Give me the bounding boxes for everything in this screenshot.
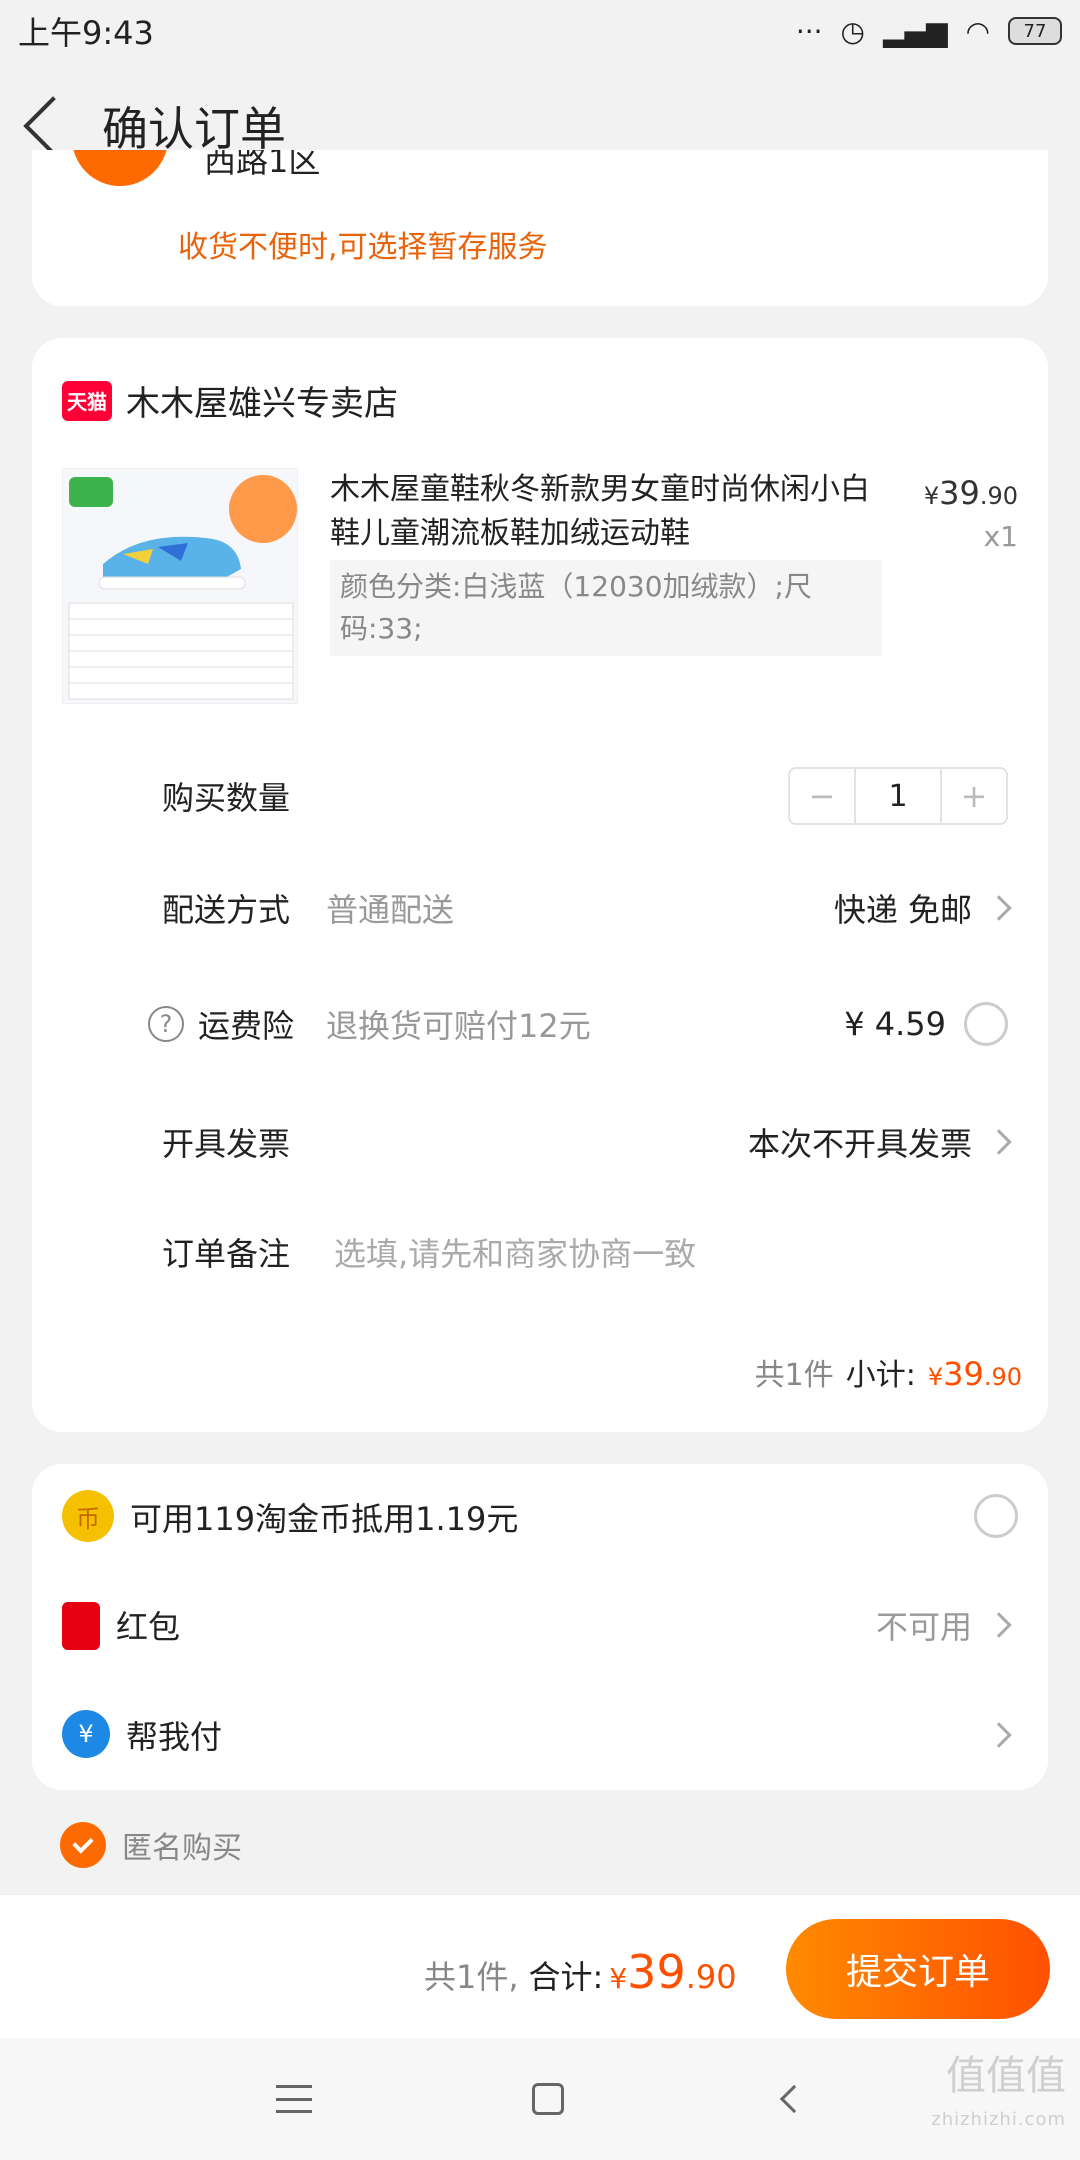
increment-button[interactable]: +	[942, 769, 1006, 823]
red-packet-icon	[62, 1602, 100, 1650]
location-icon	[72, 150, 168, 186]
decrement-button[interactable]: −	[790, 769, 854, 823]
chevron-right-icon[interactable]	[986, 1722, 1012, 1748]
address-line: 西路1区	[204, 150, 321, 180]
insurance-label: 运费险	[198, 1007, 295, 1045]
pay-for-me-text: 帮我付	[126, 1718, 223, 1756]
red-packet-text: 红包	[116, 1608, 181, 1646]
anonymous-purchase[interactable]: 匿名购买	[60, 1822, 242, 1868]
product-price: ¥39.90	[923, 474, 1018, 512]
address-note[interactable]: 收货不便时,可选择暂存服务	[178, 222, 548, 266]
delivery-option[interactable]: 快递 免邮	[834, 885, 1012, 931]
pay-for-me-icon: ¥	[62, 1710, 110, 1758]
home-icon[interactable]	[532, 2083, 564, 2115]
check-icon[interactable]	[60, 1822, 106, 1868]
back-icon[interactable]	[779, 2084, 809, 2114]
alarm-icon: ◷	[840, 14, 865, 48]
coin-icon: 币	[62, 1490, 114, 1542]
total-amount: 39	[627, 1945, 686, 1999]
remark-input[interactable]: 选填,请先和商家协商一致	[334, 1229, 696, 1275]
product-title[interactable]: 木木屋童鞋秋冬新款男女童时尚休闲小白鞋儿童潮流板鞋加绒运动鞋	[330, 468, 890, 556]
subtotal-line: 共1件 小计: ¥39.90	[755, 1350, 1022, 1394]
anonymous-label: 匿名购买	[122, 1831, 242, 1866]
insurance-radio[interactable]	[964, 1002, 1008, 1046]
quantity-value[interactable]: 1	[854, 769, 942, 823]
status-bar: 上午9:43 ··· ◷ ▂▄▆ ◠ 77	[0, 0, 1080, 62]
total-count: 共1件,	[424, 1958, 519, 1996]
chevron-right-icon	[986, 1612, 1012, 1638]
status-icons: ··· ◷ ▂▄▆ ◠ 77	[796, 15, 1062, 48]
submit-order-button[interactable]: 提交订单	[786, 1919, 1050, 2019]
shop-header[interactable]: 天猫 木木屋雄兴专卖店	[62, 376, 398, 425]
battery-icon: 77	[1008, 17, 1062, 45]
invoice-row[interactable]: 开具发票 本次不开具发票	[32, 1102, 1048, 1182]
invoice-option[interactable]: 本次不开具发票	[748, 1119, 1012, 1165]
red-packet-option[interactable]: 不可用	[876, 1602, 1012, 1648]
shop-name: 木木屋雄兴专卖店	[126, 384, 398, 424]
total-label: 合计:	[528, 1958, 604, 1996]
back-icon[interactable]	[23, 96, 83, 156]
insurance-row: ? 运费险 退换货可赔付12元 ¥ 4.59	[32, 984, 1048, 1064]
coin-text: 可用119淘金币抵用1.19元	[130, 1500, 519, 1538]
insurance-price: ¥ 4.59	[844, 1002, 1008, 1046]
delivery-label: 配送方式	[162, 891, 291, 929]
promo-card: 币 可用119淘金币抵用1.19元 红包 不可用 ¥ 帮我付	[32, 1464, 1048, 1790]
product-image[interactable]	[62, 468, 298, 704]
signal-icon: ▂▄▆	[882, 14, 948, 48]
status-time: 上午9:43	[18, 14, 154, 52]
chevron-right-icon	[986, 1129, 1012, 1155]
product-sku[interactable]: 颜色分类:白浅蓝（12030加绒款）;尺码:33;	[330, 560, 882, 656]
dots-icon: ···	[795, 14, 823, 48]
wifi-icon: ◠	[965, 14, 990, 48]
watermark: 值值值 zhizhizhi.com	[931, 2053, 1066, 2130]
remark-row: 订单备注 选填,请先和商家协商一致	[32, 1212, 1048, 1292]
system-nav-bar	[0, 2038, 1080, 2160]
product-quantity: x1	[983, 520, 1018, 553]
help-icon[interactable]: ?	[148, 1006, 184, 1042]
delivery-row[interactable]: 配送方式 普通配送 快递 免邮	[32, 868, 1048, 948]
subtotal-amount: ¥39.90	[927, 1355, 1022, 1393]
delivery-value: 普通配送	[326, 891, 455, 929]
remark-label: 订单备注	[162, 1235, 291, 1273]
subtotal-label: 小计:	[845, 1358, 916, 1393]
quantity-row: 购买数量 − 1 +	[32, 756, 1048, 836]
quantity-stepper: − 1 +	[788, 767, 1008, 825]
subtotal-count: 共1件	[754, 1358, 834, 1393]
insurance-value: 退换货可赔付12元	[326, 1007, 591, 1045]
tmall-logo-icon: 天猫	[62, 380, 112, 421]
coin-radio[interactable]	[974, 1494, 1018, 1538]
checkout-bar: 共1件, 合计: ¥ 39 .90 提交订单	[0, 1894, 1080, 2038]
chevron-right-icon	[986, 895, 1012, 921]
menu-icon[interactable]	[276, 2085, 312, 2113]
quantity-label: 购买数量	[162, 779, 291, 817]
invoice-label: 开具发票	[162, 1125, 291, 1163]
total-summary: 共1件, 合计: ¥ 39 .90	[424, 1945, 737, 1999]
address-card[interactable]: 西路1区 收货不便时,可选择暂存服务	[32, 150, 1048, 306]
order-card: 天猫 木木屋雄兴专卖店 木木屋童鞋秋冬新款男女童时尚休闲小白鞋儿童潮流板鞋加绒运…	[32, 338, 1048, 1432]
